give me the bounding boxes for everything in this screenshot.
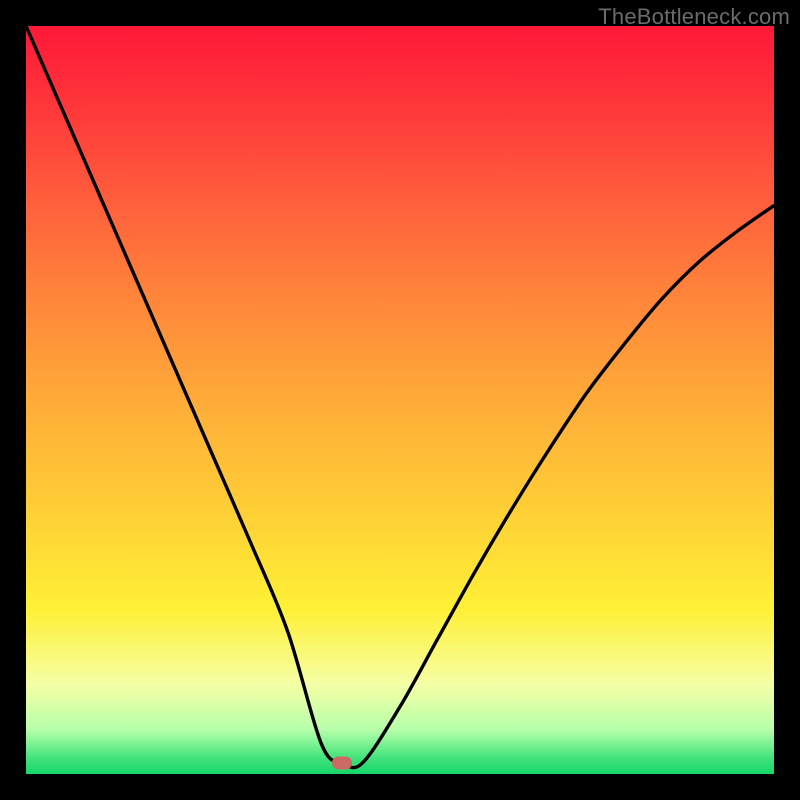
optimal-point-marker <box>332 756 352 769</box>
chart-plot-area <box>26 26 774 774</box>
bottleneck-curve <box>26 26 774 774</box>
